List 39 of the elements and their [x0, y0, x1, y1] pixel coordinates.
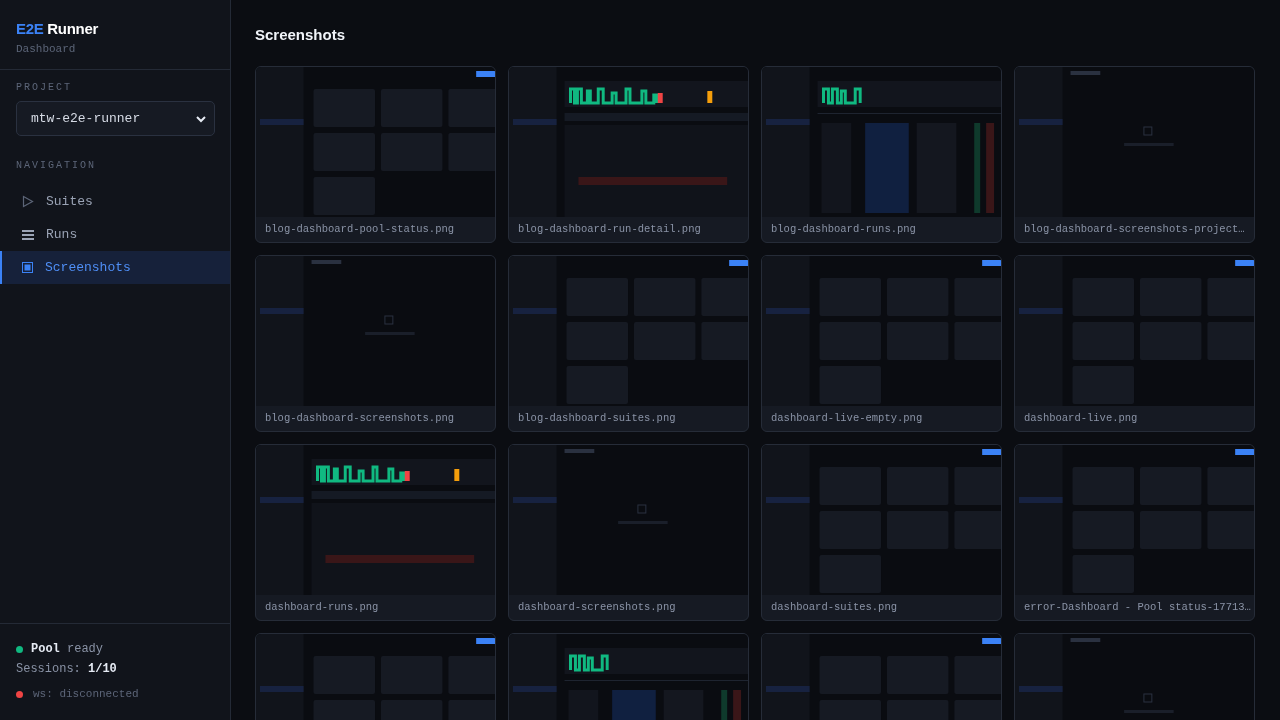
screenshot-card[interactable]: dashboard-screenshots.png [508, 444, 749, 621]
nav-item[interactable]: Suites [0, 185, 230, 218]
file-name: blog-dashboard-screenshots.png [264, 411, 456, 426]
screenshot-card[interactable]: blog-dashboard-screenshots-project… [1014, 66, 1255, 243]
connection-status: ws: disconnected [33, 688, 139, 700]
file-name: dashboard-live-empty.png [770, 411, 924, 426]
screenshot-card[interactable]: dashboard-live.png [1014, 255, 1255, 432]
file-name: error-Dashboard - Pool status-17713… [1023, 600, 1252, 615]
image-icon [22, 262, 33, 273]
sessions-count: Sessions: 1/10 [16, 662, 117, 676]
screenshot-card[interactable]: blog-dashboard-screenshots.png [255, 255, 496, 432]
project-select[interactable]: mtw-e2e-runner [16, 101, 215, 136]
screenshot-card[interactable]: blog-dashboard-suites.png [508, 255, 749, 432]
screenshot-card[interactable]: blog-dashboard-run-detail.png [508, 66, 749, 243]
play-icon [22, 195, 34, 208]
screenshot-card[interactable]: error-Dashboard - Pool status-17713… [1014, 444, 1255, 621]
screenshot-card[interactable]: blog-dashboard-pool-status.png [255, 66, 496, 243]
file-name: blog-dashboard-runs.png [770, 222, 917, 237]
nav-item[interactable]: Runs [0, 218, 230, 251]
file-name: dashboard-screenshots.png [517, 600, 677, 615]
app-logo: E2E Runner [16, 20, 99, 37]
screenshot-card[interactable]: dashboard-live-empty.png [761, 255, 1002, 432]
section-label: NAVIGATION [16, 160, 96, 171]
nav-item[interactable]: Screenshots [0, 251, 230, 284]
screenshot-card[interactable]: blog-dashboard-runs.png [761, 66, 1002, 243]
app-subtitle: Dashboard [16, 43, 76, 55]
file-name: blog-dashboard-pool-status.png [264, 222, 456, 237]
screenshot-card[interactable]: dashboard-runs.png [255, 444, 496, 621]
pool-status: Pool ready [31, 642, 104, 656]
list-icon [22, 228, 34, 241]
file-name: dashboard-live.png [1023, 411, 1139, 426]
section-label: PROJECT [16, 82, 72, 93]
file-name: blog-dashboard-screenshots-project… [1023, 222, 1246, 237]
file-name: dashboard-runs.png [264, 600, 380, 615]
file-name: dashboard-suites.png [770, 600, 899, 615]
page-title: Screenshots [255, 26, 346, 44]
file-name: blog-dashboard-run-detail.png [517, 222, 702, 237]
screenshot-card[interactable]: dashboard-suites.png [761, 444, 1002, 621]
file-name: blog-dashboard-suites.png [517, 411, 677, 426]
